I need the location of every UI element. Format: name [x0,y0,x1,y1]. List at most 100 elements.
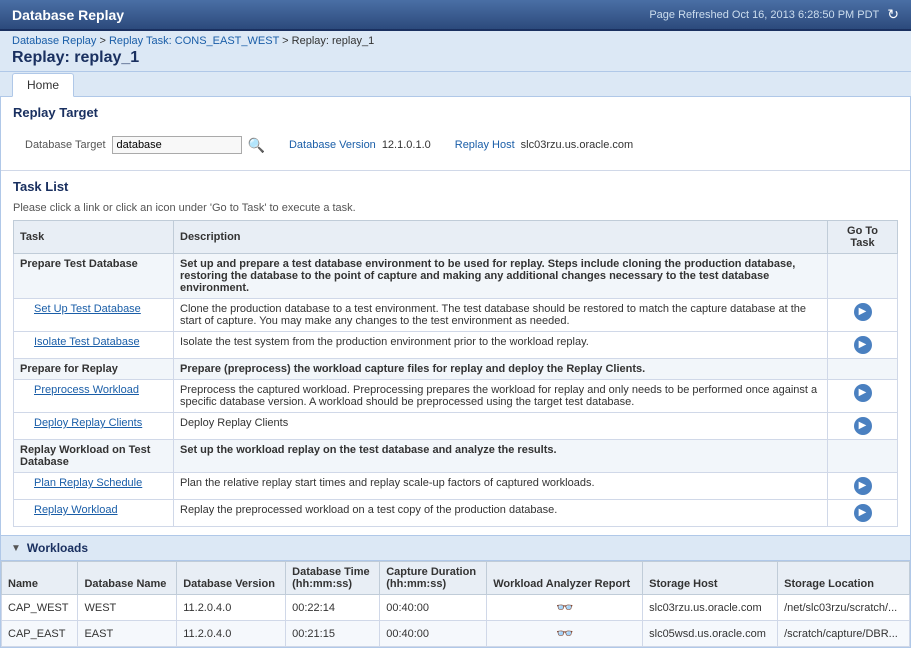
task-instruction: Please click a link or click an icon und… [13,202,898,214]
wl-storage-host: slc03rzu.us.oracle.com [643,595,778,621]
goto-cell [828,440,898,473]
task-link[interactable]: Isolate Test Database [34,336,140,348]
page-title: Replay: replay_1 [12,49,899,71]
refresh-icon[interactable]: ↻ [887,6,899,23]
task-link[interactable]: Plan Replay Schedule [34,477,142,489]
task-desc: Plan the relative replay start times and… [174,473,828,500]
goto-icon-btn[interactable]: ▶ [854,384,872,402]
task-desc: Isolate the test system from the product… [174,332,828,359]
wl-analyzer: 👓 [487,621,643,647]
app-header: Database Replay Page Refreshed Oct 16, 2… [0,0,911,31]
table-row: Preprocess Workload Preprocess the captu… [14,380,898,413]
goto-cell: ▶ [828,332,898,359]
main-content: Replay Target Database Target 🔍 Database… [0,96,911,648]
analyzer-icon[interactable]: 👓 [556,625,573,641]
task-name: Replay Workload on Test Database [14,440,174,473]
refresh-text: Page Refreshed Oct 16, 2013 6:28:50 PM P… [649,9,879,21]
wl-db-time: 00:22:14 [286,595,380,621]
wl-storage-location: /scratch/capture/DBR... [778,621,910,647]
list-item: CAP_WESTWEST11.2.0.4.000:22:1400:40:00 👓 s… [2,595,910,621]
analyzer-icon[interactable]: 👓 [556,599,573,615]
col-storage_host: Storage Host [643,562,778,595]
col-name: Name [2,562,78,595]
db-target-input[interactable] [112,136,242,154]
search-icon[interactable]: 🔍 [248,137,265,154]
db-target-group: Database Target 🔍 [25,136,265,154]
db-target-label: Database Target [25,139,106,151]
goto-icon-btn[interactable]: ▶ [854,336,872,354]
task-link[interactable]: Replay Workload [34,504,118,516]
breadcrumb-link-replay-task[interactable]: Replay Task: CONS_EAST_WEST [109,35,279,47]
task-desc: Deploy Replay Clients [174,413,828,440]
app-title: Database Replay [12,7,124,23]
task-name: Isolate Test Database [14,332,174,359]
db-version-label: Database Version [289,139,376,151]
wl-db-name: WEST [78,595,177,621]
goto-cell: ▶ [828,413,898,440]
task-desc: Preprocess the captured workload. Prepro… [174,380,828,413]
breadcrumb-area: Database Replay > Replay Task: CONS_EAST… [0,31,911,72]
workload-table: NameDatabase NameDatabase VersionDatabas… [1,561,910,647]
goto-cell [828,254,898,299]
wl-storage-host: slc05wsd.us.oracle.com [643,621,778,647]
wl-name: CAP_EAST [2,621,78,647]
goto-icon-btn[interactable]: ▶ [854,417,872,435]
replay-target-title: Replay Target [13,105,898,120]
task-desc: Set up and prepare a test database envir… [174,254,828,299]
task-list-section: Task List Please click a link or click a… [1,171,910,535]
replay-host-label: Replay Host [455,139,515,151]
wl-name: CAP_WEST [2,595,78,621]
task-link[interactable]: Deploy Replay Clients [34,417,142,429]
workloads-title: Workloads [27,541,88,555]
task-desc: Prepare (preprocess) the workload captur… [174,359,828,380]
tab-bar: Home [0,72,911,96]
replay-host-group: Replay Host slc03rzu.us.oracle.com [455,139,633,151]
table-row: Set Up Test Database Clone the productio… [14,299,898,332]
replay-host-value: slc03rzu.us.oracle.com [521,139,634,151]
workloads-header[interactable]: ▼ Workloads [1,535,910,561]
task-name: Replay Workload [14,500,174,527]
goto-icon-btn[interactable]: ▶ [854,504,872,522]
table-row: Deploy Replay Clients Deploy Replay Clie… [14,413,898,440]
task-table: Task Description Go To Task Prepare Test… [13,220,898,527]
task-desc: Set up the workload replay on the test d… [174,440,828,473]
task-name: Set Up Test Database [14,299,174,332]
col-goto: Go To Task [828,221,898,254]
col-db_name: Database Name [78,562,177,595]
table-row: Prepare Test Database Set up and prepare… [14,254,898,299]
task-link[interactable]: Preprocess Workload [34,384,139,396]
table-row: Prepare for Replay Prepare (preprocess) … [14,359,898,380]
goto-cell: ▶ [828,473,898,500]
goto-cell: ▶ [828,380,898,413]
list-item: CAP_EASTEAST11.2.0.4.000:21:1500:40:00👓s… [2,621,910,647]
wl-db-version: 11.2.0.4.0 [177,595,286,621]
db-version-group: Database Version 12.1.0.1.0 [289,139,431,151]
table-row: Replay Workload Replay the preprocessed … [14,500,898,527]
goto-cell: ▶ [828,299,898,332]
goto-icon-btn[interactable]: ▶ [854,477,872,495]
wl-analyzer: 👓 [487,595,643,621]
task-name: Deploy Replay Clients [14,413,174,440]
tab-home[interactable]: Home [12,73,74,97]
table-row: Replay Workload on Test Database Set up … [14,440,898,473]
breadcrumb: Database Replay > Replay Task: CONS_EAST… [12,35,899,47]
wl-db-version: 11.2.0.4.0 [177,621,286,647]
task-link[interactable]: Set Up Test Database [34,303,141,315]
breadcrumb-link-db-replay[interactable]: Database Replay [12,35,96,47]
wl-storage-location: /net/slc03rzu/scratch/... [778,595,910,621]
replay-target-section: Replay Target Database Target 🔍 Database… [1,97,910,171]
db-version-value: 12.1.0.1.0 [382,139,431,151]
task-desc: Replay the preprocessed workload on a te… [174,500,828,527]
goto-cell [828,359,898,380]
task-name: Plan Replay Schedule [14,473,174,500]
collapse-icon: ▼ [11,543,21,554]
task-desc: Clone the production database to a test … [174,299,828,332]
wl-db-name: EAST [78,621,177,647]
goto-icon-btn[interactable]: ▶ [854,303,872,321]
wl-capture-duration: 00:40:00 [380,595,487,621]
wl-db-time: 00:21:15 [286,621,380,647]
col-analyzer_report: Workload Analyzer Report [487,562,643,595]
col-capture_duration: Capture Duration(hh:mm:ss) [380,562,487,595]
replay-target-fields: Database Target 🔍 Database Version 12.1.… [13,128,898,162]
col-task: Task [14,221,174,254]
